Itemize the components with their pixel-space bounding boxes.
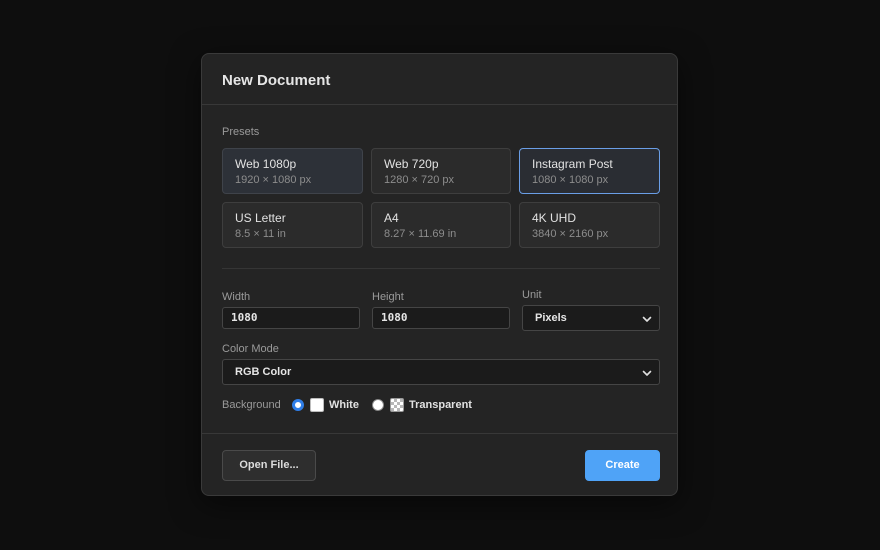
background-white-label[interactable]: White: [329, 399, 359, 411]
preset-dimensions: 3840 × 2160 px: [532, 228, 609, 240]
create-button[interactable]: Create: [585, 450, 660, 481]
preset-dimensions: 8.27 × 11.69 in: [384, 228, 457, 240]
preset-name: Instagram Post: [532, 157, 613, 171]
background-transparent-label[interactable]: Transparent: [409, 399, 472, 411]
preset-dimensions: 1920 × 1080 px: [235, 174, 312, 186]
preset-name: US Letter: [235, 211, 286, 225]
preset-name: 4K UHD: [532, 211, 577, 225]
chevron-down-icon: [642, 370, 652, 376]
preset-instagram-post[interactable]: Instagram Post 1080 × 1080 px: [519, 148, 660, 194]
color-mode-select[interactable]: RGB Color: [222, 359, 660, 385]
width-label: Width: [222, 291, 251, 303]
transparent-swatch-icon: [390, 398, 404, 412]
dialog-footer: Open File... Create: [202, 433, 677, 495]
chevron-down-icon: [642, 316, 652, 322]
preset-grid: Web 1080p 1920 × 1080 px Web 720p 1280 ×…: [222, 148, 660, 248]
open-file-button[interactable]: Open File...: [222, 450, 316, 481]
preset-dimensions: 1280 × 720 px: [384, 174, 455, 186]
width-input[interactable]: 1080: [222, 307, 360, 329]
section-divider: [222, 268, 660, 269]
preset-web-720p[interactable]: Web 720p 1280 × 720 px: [371, 148, 511, 194]
preset-name: A4: [384, 211, 399, 225]
preset-dimensions: 1080 × 1080 px: [532, 174, 609, 186]
preset-name: Web 1080p: [235, 157, 297, 171]
preset-a4[interactable]: A4 8.27 × 11.69 in: [371, 202, 511, 248]
height-label: Height: [372, 291, 404, 303]
height-input[interactable]: 1080: [372, 307, 510, 329]
dialog-header: New Document: [202, 54, 677, 105]
dialog-title: New Document: [222, 72, 331, 89]
presets-label: Presets: [222, 126, 260, 138]
unit-label: Unit: [522, 289, 542, 301]
unit-select[interactable]: Pixels: [522, 305, 660, 331]
preset-4k-uhd[interactable]: 4K UHD 3840 × 2160 px: [519, 202, 660, 248]
new-document-dialog: New Document Presets Web 1080p 1920 × 10…: [201, 53, 678, 496]
preset-us-letter[interactable]: US Letter 8.5 × 11 in: [222, 202, 363, 248]
background-white-radio[interactable]: [292, 399, 304, 411]
background-label: Background: [222, 399, 281, 411]
color-mode-select-value: RGB Color: [235, 366, 292, 378]
preset-web-1080p[interactable]: Web 1080p 1920 × 1080 px: [222, 148, 363, 194]
dialog-body: Presets Web 1080p 1920 × 1080 px Web 720…: [202, 105, 677, 432]
white-swatch-icon: [310, 398, 324, 412]
preset-dimensions: 8.5 × 11 in: [235, 228, 286, 240]
unit-select-value: Pixels: [535, 312, 567, 324]
preset-name: Web 720p: [384, 157, 439, 171]
background-transparent-radio[interactable]: [372, 399, 384, 411]
color-mode-label: Color Mode: [222, 343, 279, 355]
